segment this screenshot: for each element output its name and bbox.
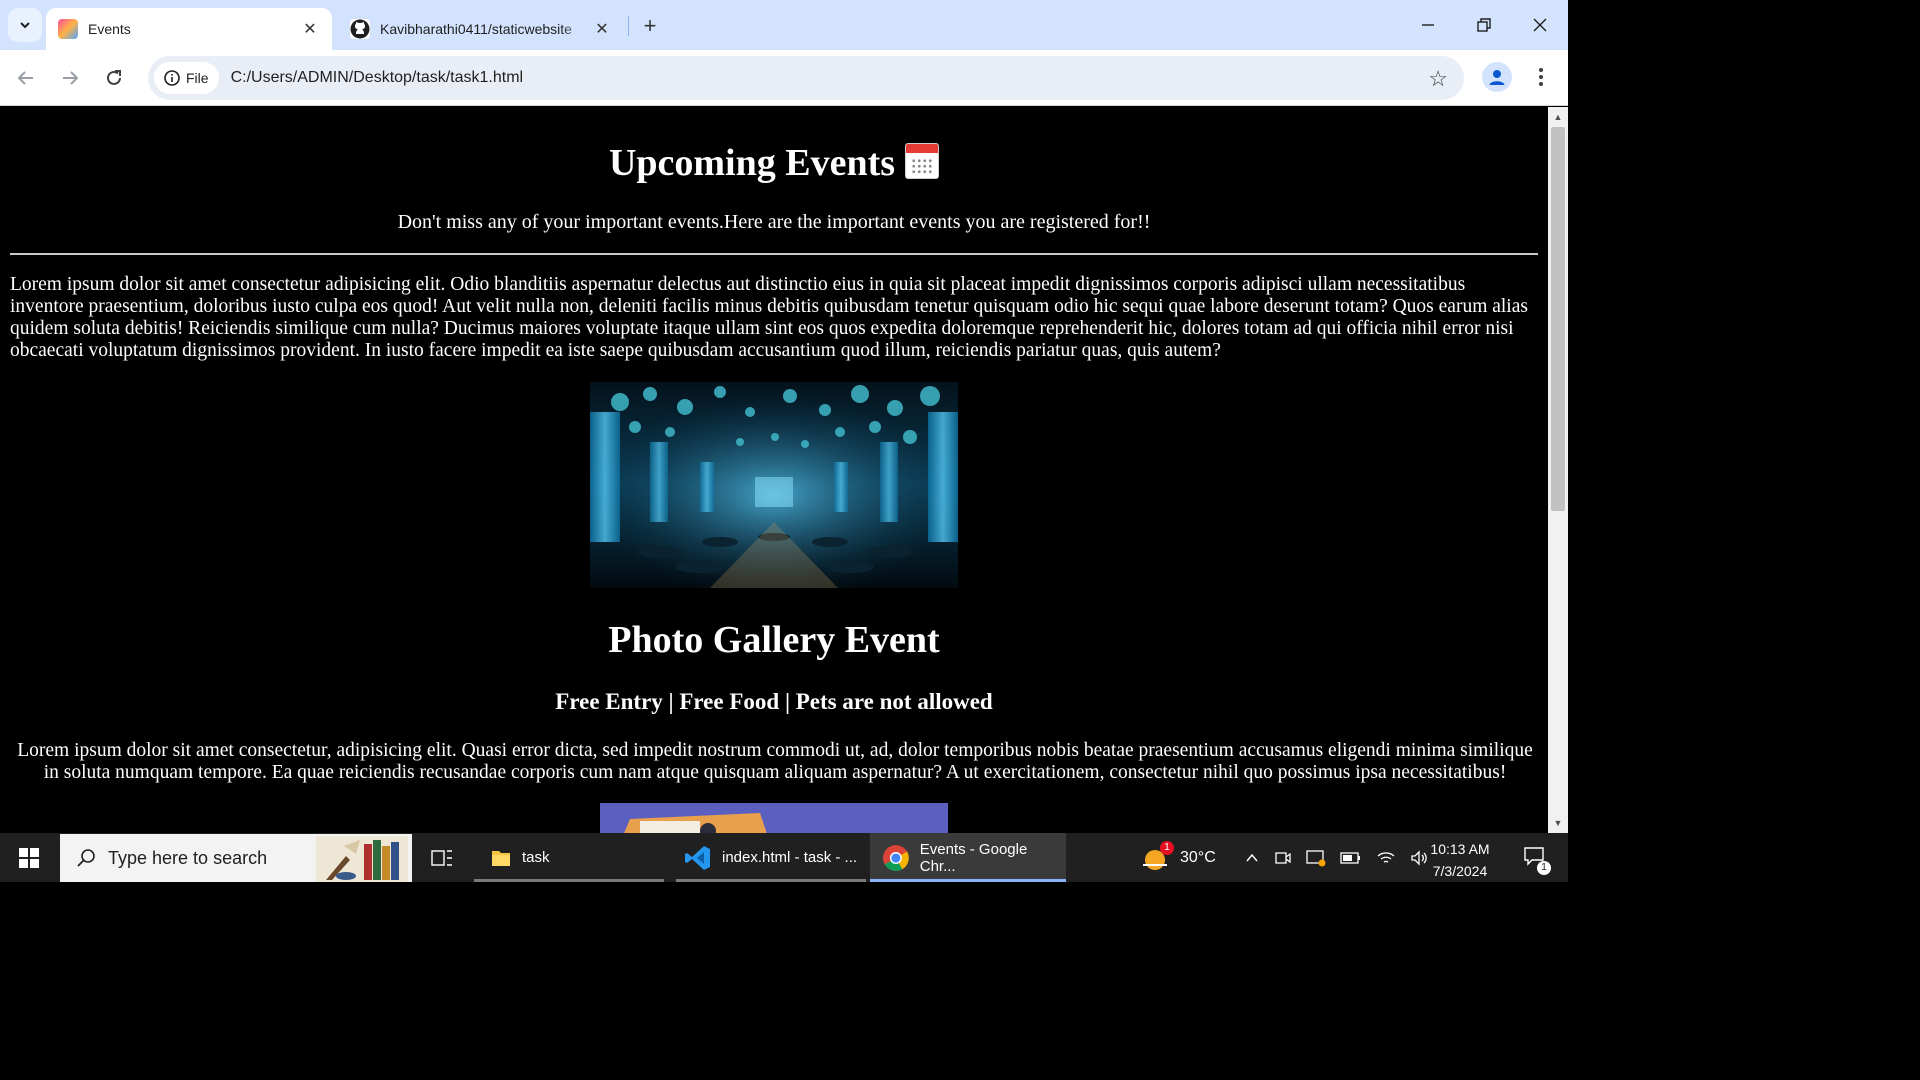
taskbar-search[interactable]: Type here to search (60, 834, 412, 882)
chevron-up-icon[interactable] (1244, 850, 1260, 866)
section-description: Lorem ipsum dolor sit amet consectetur, … (17, 740, 1533, 783)
close-window-button[interactable] (1512, 0, 1568, 50)
arrow-right-icon (63, 71, 79, 85)
tab-title: Kavibharathi0411/staticwebsite (380, 21, 572, 37)
search-placeholder: Type here to search (108, 847, 268, 868)
start-button[interactable] (0, 833, 58, 882)
taskbar-app-explorer[interactable]: task (474, 833, 664, 882)
taskbar-app-chrome[interactable]: Events - Google Chr... (870, 833, 1066, 882)
chevron-down-icon (20, 22, 30, 29)
browser-menu-button[interactable] (1526, 62, 1556, 92)
notification-count: 1 (1537, 861, 1551, 875)
minimize-icon (1422, 24, 1434, 26)
clock-date: 7/3/2024 (1432, 863, 1488, 879)
scroll-up-icon[interactable]: ▲ (1548, 109, 1568, 125)
chrome-icon (882, 844, 909, 871)
tab-strip: Events ✕ Kavibharathi0411/staticwebsite … (0, 0, 1568, 50)
clock-time: 10:13 AM (1430, 841, 1490, 857)
notification-icon: 1 (1523, 846, 1551, 875)
event-hall-image (590, 382, 958, 588)
info-icon (164, 70, 180, 86)
close-icon[interactable]: ✕ (592, 19, 612, 39)
task-view-icon (431, 849, 452, 866)
new-tab-button[interactable]: + (636, 12, 664, 40)
system-tray (1244, 833, 1430, 882)
site-info-chip[interactable]: File (154, 62, 219, 94)
task-view-button[interactable] (420, 833, 464, 882)
security-icon[interactable] (1306, 849, 1326, 867)
taskbar-app-label: Events - Google Chr... (919, 840, 1028, 875)
tab-events[interactable]: Events ✕ (46, 8, 332, 50)
page-scrollbar[interactable]: ▲ ▼ (1548, 107, 1568, 833)
person-icon (1489, 70, 1505, 85)
taskbar-app-vscode[interactable]: index.html - task - ... (676, 833, 866, 882)
more-vertical-icon (1539, 68, 1543, 86)
scroll-down-icon[interactable]: ▼ (1548, 815, 1568, 831)
page-viewport: Upcoming Events Don't miss any of your i… (0, 107, 1548, 833)
back-button[interactable] (8, 60, 44, 96)
taskbar-app-label: index.html - task - ... (722, 849, 858, 866)
divider (10, 253, 1538, 255)
tab-separator (628, 16, 629, 36)
arrow-left-icon (17, 71, 33, 85)
profile-avatar[interactable] (1482, 62, 1512, 92)
folder-icon (492, 850, 510, 866)
weather-widget[interactable]: 1 30°C (1140, 833, 1216, 882)
wifi-icon[interactable] (1376, 850, 1396, 866)
minimize-button[interactable] (1400, 0, 1456, 50)
reload-button[interactable] (96, 60, 132, 96)
site-info-label: File (186, 70, 209, 86)
intro-text: Don't miss any of your important events.… (397, 211, 1151, 233)
tab-title: Events (88, 21, 131, 37)
search-icon (77, 849, 95, 867)
tab-search-button[interactable] (8, 8, 42, 42)
weather-temp: 30°C (1180, 848, 1216, 866)
weather-badge: 1 (1160, 840, 1174, 855)
browser-toolbar: File C:/Users/ADMIN/Desktop/task/task1.h… (0, 50, 1568, 106)
section-title: Photo Gallery Event (608, 619, 940, 661)
github-icon (350, 19, 370, 39)
reload-icon (107, 70, 121, 85)
taskbar: Type here to search task index.html - ta… (0, 833, 1568, 882)
windows-logo-icon (19, 847, 39, 868)
taskbar-app-label: task (522, 849, 550, 866)
weather-sun-icon: 1 (1140, 840, 1174, 873)
tab-github[interactable]: Kavibharathi0411/staticwebsite ✕ (338, 8, 624, 50)
restore-icon (1477, 18, 1491, 32)
bookmark-star-icon[interactable]: ☆ (1428, 66, 1448, 92)
url-text[interactable]: C:/Users/ADMIN/Desktop/task/task1.html (231, 69, 524, 87)
page-title: Upcoming Events (0, 141, 1548, 185)
clock[interactable]: 10:13 AM 7/3/2024 (1418, 838, 1502, 882)
restore-button[interactable] (1456, 0, 1512, 50)
close-icon[interactable]: ✕ (300, 19, 320, 39)
battery-icon[interactable] (1340, 851, 1362, 865)
section-subtitle: Free Entry | Free Food | Pets are not al… (555, 689, 993, 714)
search-highlight-books-icon (316, 836, 408, 882)
forward-button[interactable] (52, 60, 88, 96)
vscode-icon (685, 845, 710, 870)
calendar-icon (905, 143, 940, 179)
notification-center[interactable]: 1 (1514, 833, 1554, 882)
events-favicon-icon (58, 19, 78, 39)
gallery-image (600, 803, 948, 833)
address-bar[interactable]: File C:/Users/ADMIN/Desktop/task/task1.h… (148, 56, 1464, 100)
meet-now-icon[interactable] (1274, 849, 1292, 867)
scrollbar-thumb[interactable] (1551, 127, 1565, 511)
event-description: Lorem ipsum dolor sit amet consectetur a… (10, 274, 1528, 361)
close-icon (1533, 18, 1547, 32)
